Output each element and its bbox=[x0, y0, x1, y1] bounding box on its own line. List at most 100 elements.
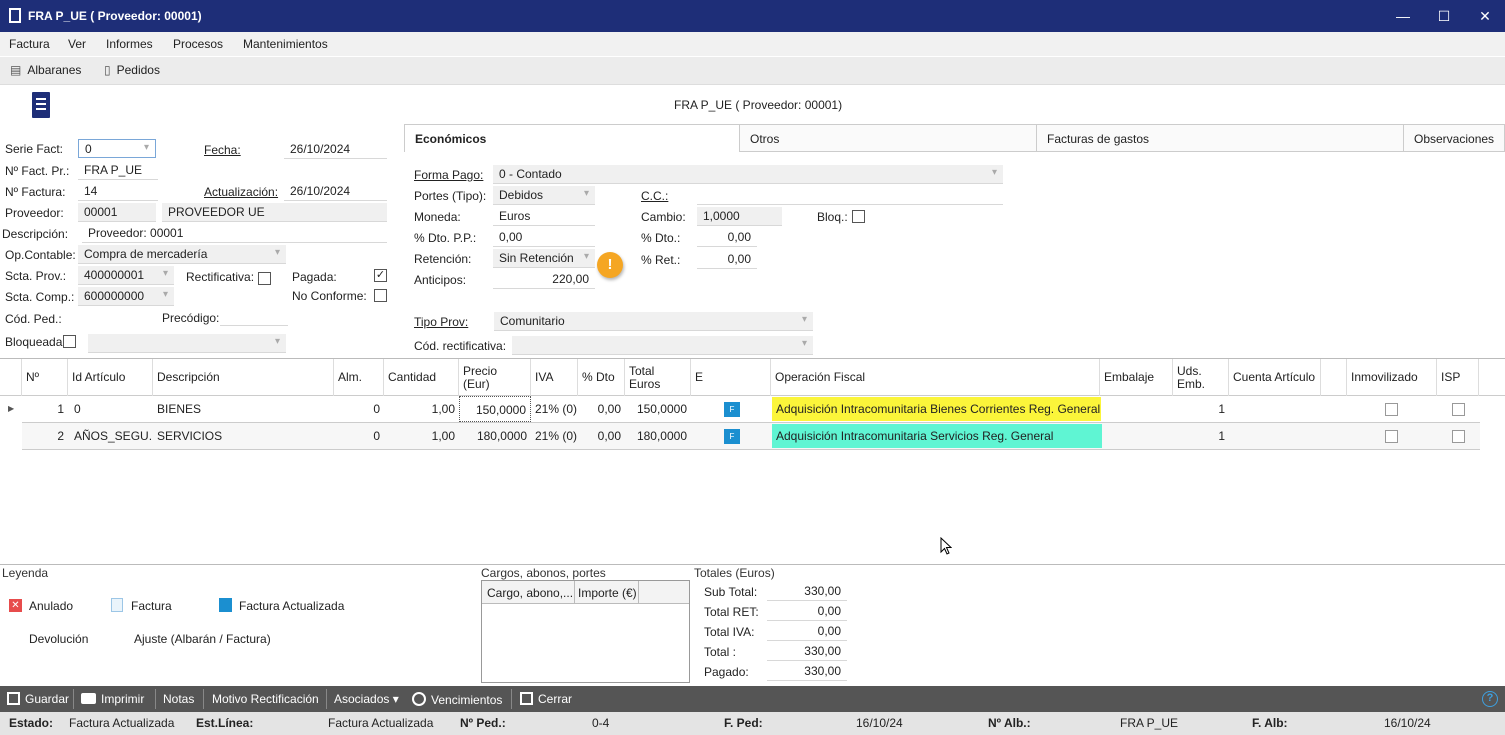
tab-observaciones[interactable]: Observaciones bbox=[1404, 124, 1505, 152]
bloqueada-select[interactable] bbox=[88, 334, 286, 353]
col-header-inmovilizado[interactable]: Inmovilizado bbox=[1347, 359, 1437, 396]
isp-checkbox[interactable] bbox=[1452, 403, 1465, 416]
precodigo-field[interactable] bbox=[220, 307, 288, 326]
vencimientos-button[interactable]: Vencimientos bbox=[412, 692, 502, 707]
codrect-select[interactable] bbox=[512, 336, 813, 355]
globe-icon bbox=[412, 692, 426, 706]
col-header-cantidad[interactable]: Cantidad bbox=[384, 359, 459, 396]
bloqueada-label: Bloqueada bbox=[5, 335, 63, 349]
nfactura-field[interactable]: 14 bbox=[78, 182, 158, 201]
cargos-table[interactable]: Cargo, abono,... Importe (€) bbox=[481, 580, 690, 683]
menu-ver[interactable]: Ver bbox=[68, 37, 86, 51]
col-header-id-articulo[interactable]: Id Artículo bbox=[68, 359, 153, 396]
table-row[interactable]: 1 0 BIENES 0 1,00 150,0000 21% (0) 0,00 … bbox=[22, 396, 1480, 423]
noconforme-checkbox[interactable] bbox=[374, 289, 387, 302]
col-header-descripcion[interactable]: Descripción bbox=[153, 359, 334, 396]
nped-label: Nº Ped.: bbox=[460, 716, 506, 730]
col-header-isp[interactable]: ISP bbox=[1437, 359, 1479, 396]
warning-icon[interactable]: ! bbox=[597, 252, 623, 278]
imprimir-button[interactable]: Imprimir bbox=[81, 692, 144, 706]
isp-checkbox[interactable] bbox=[1452, 430, 1465, 443]
minimize-button[interactable]: — bbox=[1388, 4, 1418, 28]
notas-button[interactable]: Notas bbox=[163, 692, 194, 706]
rectificativa-checkbox[interactable] bbox=[258, 272, 271, 285]
tipoprov-label[interactable]: Tipo Prov: bbox=[414, 315, 468, 329]
tab-otros[interactable]: Otros bbox=[740, 124, 1037, 152]
grid-header: Nº Id Artículo Descripción Alm. Cantidad… bbox=[0, 359, 1505, 396]
fecha-label[interactable]: Fecha: bbox=[204, 143, 241, 157]
ret-field[interactable]: 0,00 bbox=[697, 250, 757, 269]
col-header-total[interactable]: Total Euros bbox=[625, 359, 691, 396]
cell-precio[interactable]: 150,0000 bbox=[459, 396, 531, 422]
cambio-label: Cambio: bbox=[641, 210, 686, 224]
sctaprov-select[interactable]: 400000001 bbox=[78, 266, 174, 285]
col-header-embalaje[interactable]: Embalaje bbox=[1100, 359, 1173, 396]
opcontable-select[interactable]: Compra de mercadería bbox=[78, 245, 286, 264]
help-icon[interactable]: ? bbox=[1482, 691, 1498, 707]
codrect-label: Cód. rectificativa: bbox=[414, 339, 507, 353]
col-header-uds-emb[interactable]: Uds. Emb. bbox=[1173, 359, 1229, 396]
descripcion-field[interactable]: Proveedor: 00001 bbox=[82, 224, 387, 243]
dto-label: % Dto.: bbox=[641, 231, 681, 245]
col-header-dto[interactable]: % Dto bbox=[578, 359, 625, 396]
exit-icon bbox=[520, 692, 533, 705]
portes-select[interactable]: Debidos bbox=[493, 186, 595, 205]
dto-field[interactable]: 0,00 bbox=[697, 228, 757, 247]
bloqueada-checkbox[interactable] bbox=[63, 335, 76, 348]
cell-alm: 0 bbox=[373, 402, 380, 416]
col-header-iva[interactable]: IVA bbox=[531, 359, 578, 396]
col-header-alm[interactable]: Alm. bbox=[334, 359, 384, 396]
asociados-dropdown[interactable]: Asociados ▾ bbox=[334, 692, 399, 706]
formapago-label[interactable]: Forma Pago: bbox=[414, 168, 483, 182]
col-header-opfiscal[interactable]: Operación Fiscal bbox=[771, 359, 1100, 396]
serie-select[interactable]: 0 bbox=[78, 139, 156, 158]
menu-factura[interactable]: Factura bbox=[9, 37, 50, 51]
cell-dto: 0,00 bbox=[597, 402, 621, 416]
action-bar: Guardar Imprimir Notas Motivo Rectificac… bbox=[0, 686, 1505, 712]
motivo-rectificacion-button[interactable]: Motivo Rectificación bbox=[212, 692, 319, 706]
cc-label[interactable]: C.C.: bbox=[641, 189, 668, 203]
col-header-n[interactable]: Nº bbox=[22, 359, 68, 396]
retencion-select[interactable]: Sin Retención bbox=[493, 249, 595, 268]
pagada-checkbox[interactable]: ✓ bbox=[374, 269, 387, 282]
formapago-select[interactable]: 0 - Contado bbox=[493, 165, 1003, 184]
tipoprov-select[interactable]: Comunitario bbox=[494, 312, 813, 331]
inmovilizado-checkbox[interactable] bbox=[1385, 403, 1398, 416]
table-row[interactable]: 2 AÑOS_SEGU... SERVICIOS 0 1,00 180,0000… bbox=[22, 423, 1480, 450]
codped-field[interactable] bbox=[78, 308, 148, 327]
nfactpr-field[interactable]: FRA P_UE bbox=[78, 161, 158, 180]
guardar-button[interactable]: Guardar bbox=[7, 692, 69, 706]
menu-mantenimientos[interactable]: Mantenimientos bbox=[243, 37, 328, 51]
cell-cant: 1,00 bbox=[431, 402, 455, 416]
menu-procesos[interactable]: Procesos bbox=[173, 37, 223, 51]
actualizacion-label[interactable]: Actualización: bbox=[204, 185, 278, 199]
col-header-cuenta[interactable]: Cuenta Artículo bbox=[1229, 359, 1321, 396]
col-header-e[interactable]: E bbox=[691, 359, 771, 396]
albaranes-button[interactable]: ▤ Albaranes bbox=[10, 63, 81, 77]
save-icon bbox=[7, 692, 20, 705]
pedidos-button[interactable]: ▯ Pedidos bbox=[104, 63, 160, 77]
sctacomp-select[interactable]: 600000000 bbox=[78, 287, 174, 306]
proveedor-code-field[interactable]: 00001 bbox=[78, 203, 156, 222]
cerrar-button[interactable]: Cerrar bbox=[520, 692, 572, 706]
fecha-field[interactable]: 26/10/2024 bbox=[284, 140, 387, 159]
moneda-field[interactable]: Euros bbox=[493, 207, 595, 226]
cc-field[interactable] bbox=[697, 186, 1003, 205]
col-header-precio[interactable]: Precio (Eur) bbox=[459, 359, 531, 396]
fped-value: 16/10/24 bbox=[856, 716, 903, 730]
tab-economicos[interactable]: Económicos bbox=[404, 124, 740, 152]
totaliva-label: Total IVA: bbox=[704, 625, 755, 639]
maximize-button[interactable]: ☐ bbox=[1429, 4, 1459, 28]
cell-dto: 0,00 bbox=[597, 429, 621, 443]
close-button[interactable]: ✕ bbox=[1470, 4, 1500, 28]
subtotal-label: Sub Total: bbox=[704, 585, 758, 599]
dtopp-field[interactable]: 0,00 bbox=[493, 228, 595, 247]
anticipos-field[interactable]: 220,00 bbox=[493, 270, 595, 289]
cell-desc: SERVICIOS bbox=[157, 429, 223, 443]
menu-informes[interactable]: Informes bbox=[106, 37, 153, 51]
cell-opfiscal: Adquisición Intracomunitaria Servicios R… bbox=[772, 424, 1102, 448]
bloq-checkbox[interactable] bbox=[852, 210, 865, 223]
tab-facturas-gastos[interactable]: Facturas de gastos bbox=[1037, 124, 1404, 152]
actualizacion-field[interactable]: 26/10/2024 bbox=[284, 182, 387, 201]
inmovilizado-checkbox[interactable] bbox=[1385, 430, 1398, 443]
